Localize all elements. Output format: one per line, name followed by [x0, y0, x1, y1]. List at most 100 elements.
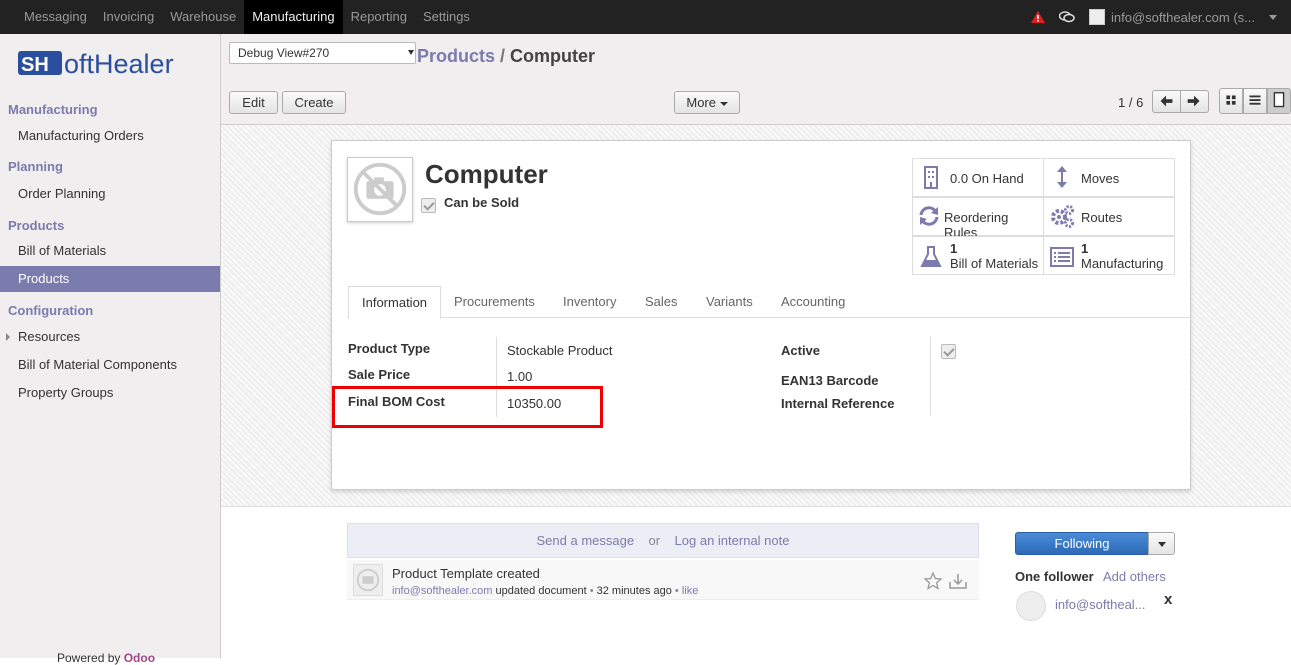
- download-icon[interactable]: [948, 572, 968, 590]
- active-checkbox[interactable]: [941, 344, 956, 359]
- add-others-link[interactable]: Add others: [1103, 569, 1166, 584]
- top-right-area: info@softhealer.com (s...: [1031, 0, 1291, 34]
- star-icon[interactable]: [924, 572, 942, 590]
- notebook-tabs: Information Procurements Inventory Sales…: [347, 286, 1192, 319]
- form-view-button[interactable]: [1267, 88, 1291, 114]
- section-configuration: Configuration: [8, 303, 94, 318]
- tab-variants[interactable]: Variants: [693, 286, 766, 318]
- warning-icon[interactable]: [1031, 11, 1046, 23]
- like-link[interactable]: like: [682, 585, 699, 597]
- expand-caret-icon[interactable]: [6, 333, 10, 341]
- menu-manufacturing[interactable]: Manufacturing: [244, 0, 343, 34]
- message-meta: info@softhealer.com updated document • 3…: [392, 585, 698, 597]
- highlight-box: [332, 386, 603, 428]
- tab-information[interactable]: Information: [348, 286, 442, 319]
- create-button[interactable]: Create: [282, 91, 346, 114]
- menu-settings[interactable]: Settings: [415, 0, 478, 34]
- remove-follower-icon[interactable]: x: [1164, 591, 1172, 608]
- bom-count: 1: [950, 241, 958, 256]
- kanban-view-button[interactable]: [1219, 88, 1243, 114]
- sidebar-item-property-groups[interactable]: Property Groups: [0, 380, 220, 406]
- form-sheet: Computer Can be Sold 0.0 On Hand Moves R…: [331, 140, 1192, 490]
- sidebar-item-bill-of-materials[interactable]: Bill of Materials: [0, 238, 220, 264]
- softhealer-logo[interactable]: SH oftHealer: [18, 46, 202, 80]
- message-author-link[interactable]: info@softhealer.com: [392, 585, 492, 597]
- more-button[interactable]: More: [674, 91, 740, 114]
- follower-name[interactable]: info@softheal...: [1055, 597, 1146, 612]
- sidebar-item-resources[interactable]: Resources: [0, 324, 220, 350]
- section-planning: Planning: [8, 159, 63, 174]
- breadcrumb-products-link[interactable]: Products: [417, 46, 495, 66]
- section-manufacturing: Manufacturing: [8, 102, 98, 117]
- manufacturing-stat: 1 Manufacturing: [1081, 241, 1163, 271]
- can-be-sold-label: Can be Sold: [444, 195, 520, 210]
- cogs-icon: [1051, 205, 1074, 228]
- list-view-button[interactable]: [1243, 88, 1267, 114]
- section-products: Products: [8, 218, 65, 233]
- form-canvas: Computer Can be Sold 0.0 On Hand Moves R…: [221, 125, 1291, 507]
- following-dropdown[interactable]: [1148, 532, 1175, 555]
- vertical-arrows-icon: [1057, 166, 1067, 188]
- bill-of-materials-button[interactable]: 1 Bill of Materials: [912, 236, 1044, 275]
- send-message-link[interactable]: Send a message: [537, 533, 635, 548]
- more-caret-icon: [719, 101, 728, 106]
- message-title: Product Template created: [392, 566, 540, 581]
- debug-view-select[interactable]: Debug View#270: [229, 42, 416, 64]
- menu-messaging[interactable]: Messaging: [16, 0, 95, 34]
- pager-previous-button[interactable]: [1152, 90, 1181, 113]
- product-name: Computer: [425, 159, 548, 189]
- tab-sales[interactable]: Sales: [632, 286, 691, 318]
- sidebar-item-order-planning[interactable]: Order Planning: [0, 181, 220, 207]
- on-hand-button[interactable]: 0.0 On Hand: [912, 158, 1044, 197]
- user-menu-caret-icon[interactable]: [1269, 14, 1277, 20]
- sidebar-item-resources-label: Resources: [18, 329, 81, 344]
- sidebar-item-manufacturing-orders[interactable]: Manufacturing Orders: [0, 123, 220, 149]
- follower-avatar[interactable]: [1016, 591, 1046, 621]
- flask-icon: [920, 246, 942, 267]
- top-navbar: Messaging Invoicing Warehouse Manufactur…: [0, 0, 1291, 34]
- user-avatar[interactable]: [1089, 9, 1106, 25]
- control-panel: Debug View#270 Products / Computer Edit …: [221, 34, 1291, 125]
- form-icon: [1273, 92, 1285, 108]
- tab-accounting[interactable]: Accounting: [768, 286, 858, 318]
- bom-label: Bill of Materials: [950, 256, 1039, 271]
- field-label-ean13: EAN13 Barcode: [781, 373, 879, 388]
- dropdown-caret-icon: [1158, 542, 1166, 547]
- menu-warehouse[interactable]: Warehouse: [162, 0, 244, 34]
- list-icon: [1249, 95, 1261, 105]
- can-be-sold-checkbox[interactable]: [421, 198, 436, 213]
- sidebar-item-products[interactable]: Products: [0, 266, 220, 292]
- message-avatar[interactable]: [353, 564, 383, 596]
- field-value-sale-price[interactable]: 1.00: [507, 369, 532, 384]
- following-button[interactable]: Following: [1015, 532, 1149, 555]
- svg-text:oftHealer: oftHealer: [64, 49, 174, 79]
- building-icon: [924, 166, 938, 189]
- field-label-active: Active: [781, 343, 821, 358]
- reordering-rules-button[interactable]: Reordering Rules: [912, 197, 1044, 240]
- edit-button[interactable]: Edit: [229, 91, 278, 114]
- menu-invoicing[interactable]: Invoicing: [95, 0, 162, 34]
- odoo-link[interactable]: Odoo: [124, 651, 155, 665]
- routes-button[interactable]: Routes: [1043, 197, 1175, 236]
- tab-procurements[interactable]: Procurements: [441, 286, 548, 318]
- user-name[interactable]: info@softhealer.com (s...: [1111, 10, 1255, 25]
- pager-next-button[interactable]: [1180, 90, 1209, 113]
- breadcrumb: Products / Computer: [417, 46, 595, 67]
- moves-button[interactable]: Moves: [1043, 158, 1175, 197]
- sidebar-item-bom-components[interactable]: Bill of Material Components: [0, 352, 220, 378]
- pager-counter[interactable]: 1 / 6: [1118, 95, 1143, 110]
- refresh-icon: [919, 206, 939, 226]
- tab-inventory[interactable]: Inventory: [550, 286, 629, 318]
- svg-text:SH: SH: [21, 54, 49, 76]
- manufacturing-button[interactable]: 1 Manufacturing: [1043, 236, 1175, 275]
- followers-count: One follower: [1015, 569, 1094, 584]
- powered-by-prefix: Powered by: [57, 651, 121, 665]
- meta-dot: •: [589, 585, 594, 597]
- product-image[interactable]: [347, 157, 413, 222]
- menu-reporting[interactable]: Reporting: [343, 0, 415, 34]
- log-note-link[interactable]: Log an internal note: [675, 533, 790, 548]
- field-label-internal-reference: Internal Reference: [781, 396, 895, 411]
- field-value-product-type[interactable]: Stockable Product: [507, 343, 613, 358]
- mfg-count: 1: [1081, 241, 1089, 256]
- chat-icon[interactable]: [1059, 11, 1075, 23]
